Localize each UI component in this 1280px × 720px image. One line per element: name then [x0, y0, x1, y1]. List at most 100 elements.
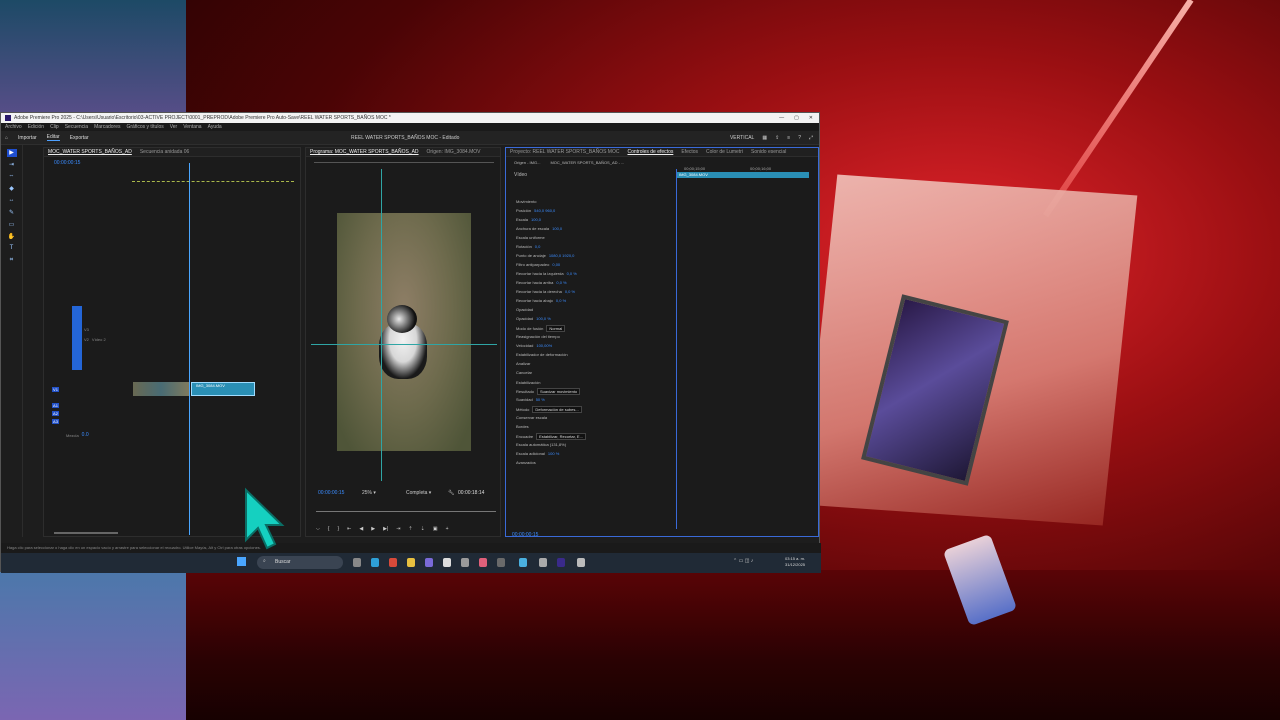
- effect-row-value[interactable]: 0,0 %: [556, 298, 566, 303]
- effect-row[interactable]: Filtro antiparpadeo 0,00: [516, 262, 560, 267]
- razor-icon[interactable]: ◆: [7, 185, 17, 193]
- menu-ver[interactable]: Ver: [170, 124, 178, 130]
- lift-icon[interactable]: ⇡: [408, 526, 412, 532]
- selection-tool-icon[interactable]: ▶: [6, 149, 17, 157]
- effect-row-value[interactable]: 100,0: [531, 217, 541, 222]
- effect-row[interactable]: Estabilización: [516, 380, 543, 385]
- effect-row-value[interactable]: 0,0: [535, 244, 541, 249]
- effect-row[interactable]: Posición 540,0 960,0: [516, 208, 555, 213]
- effect-row[interactable]: Cancelar: [516, 370, 535, 375]
- play-icon[interactable]: ▶: [371, 526, 375, 532]
- menu-ventana[interactable]: Ventana: [183, 124, 201, 130]
- add-button-icon[interactable]: +: [446, 526, 449, 532]
- effect-row[interactable]: Conservar escala: [516, 415, 550, 420]
- tab-sequence-nested[interactable]: Secuencia anidada 06: [140, 149, 190, 155]
- clip-thumbnails[interactable]: [133, 382, 189, 396]
- effect-row-value[interactable]: 0,00: [552, 262, 560, 267]
- go-to-in-icon[interactable]: ⇤: [347, 526, 351, 532]
- effect-row[interactable]: Bordes: [516, 424, 532, 429]
- slip-icon[interactable]: ↔: [7, 197, 17, 205]
- menu-marcadores[interactable]: Marcadores: [94, 124, 120, 130]
- effect-row[interactable]: Escala uniforme: [516, 235, 548, 240]
- effect-row[interactable]: Escala 100,0: [516, 217, 541, 222]
- mini-timeline-clip[interactable]: IMG_3084.MOV: [677, 172, 809, 178]
- effect-row[interactable]: Modo de fusión Normal: [516, 325, 566, 332]
- timeline-playhead[interactable]: [189, 163, 190, 535]
- mark-out-icon[interactable]: }: [337, 526, 339, 532]
- app-icon-2[interactable]: [443, 558, 451, 567]
- effect-row[interactable]: Anchura de escala 100,0: [516, 226, 562, 231]
- effect-row-value[interactable]: 1080,0 1920,0: [549, 253, 575, 258]
- program-video-frame[interactable]: [337, 213, 471, 451]
- ripple-edit-icon[interactable]: ⇔: [7, 173, 17, 181]
- program-timecode-in[interactable]: 00:00:00:15: [318, 490, 344, 496]
- explorer-icon[interactable]: [407, 558, 415, 567]
- effect-row-value[interactable]: Estabilizar, Recortar, E...: [536, 433, 586, 440]
- pen-icon[interactable]: ✎: [7, 209, 17, 217]
- rectangle-icon[interactable]: ▭: [7, 221, 17, 229]
- app-icon-5[interactable]: [497, 558, 505, 567]
- workspace-label[interactable]: VERTICAL: [730, 135, 754, 141]
- premiere-taskbar-icon[interactable]: [557, 558, 565, 567]
- effect-row-value[interactable]: 100,0 %: [536, 316, 551, 321]
- monitor-scrubber[interactable]: [316, 508, 496, 512]
- app-icon-3[interactable]: [461, 558, 469, 567]
- home-icon[interactable]: ⌂: [5, 135, 8, 141]
- effect-row[interactable]: Encuadre Estabilizar, Recortar, E...: [516, 433, 586, 440]
- menu-secuencia[interactable]: Secuencia: [65, 124, 88, 130]
- track-v1[interactable]: V1: [52, 386, 62, 392]
- mark-in-icon[interactable]: {: [328, 526, 330, 532]
- menu-edicion[interactable]: Edición: [28, 124, 44, 130]
- subtab-sequence[interactable]: MOC_WATER SPORTS_BAÑOS_AD - ...: [550, 160, 624, 165]
- tab-sequence-main[interactable]: MOC_WATER SPORTS_BAÑOS_AD: [48, 149, 132, 155]
- menu-ayuda[interactable]: Ayuda: [208, 124, 222, 130]
- help-icon[interactable]: ?: [798, 135, 801, 141]
- workspace-import[interactable]: Importar: [18, 135, 37, 141]
- effect-row[interactable]: Recortar hacia arriba 0,0 %: [516, 280, 567, 285]
- timeline-clip[interactable]: IMG_3084.MOV: [191, 382, 255, 396]
- effect-row[interactable]: Escala adicional 100 %: [516, 451, 559, 456]
- tab-essential-sound[interactable]: Sonido esencial: [751, 149, 786, 155]
- effect-row-value[interactable]: 50 %: [536, 397, 545, 402]
- go-to-out-icon[interactable]: ⇥: [396, 526, 400, 532]
- effect-row[interactable]: Rotación 0,0: [516, 244, 540, 249]
- tab-source[interactable]: Origen: IMG_3084.MOV: [427, 149, 481, 155]
- effect-row-value[interactable]: Suavizar movimiento: [537, 388, 581, 395]
- menu-clip[interactable]: Clip: [50, 124, 59, 130]
- effects-bottom-timecode[interactable]: 00:00:00:15: [512, 532, 538, 538]
- tab-effects[interactable]: Efectos: [681, 149, 698, 155]
- effect-row-value[interactable]: 540,0 960,0: [534, 208, 555, 213]
- wrench-icon[interactable]: 🔧︎: [448, 490, 454, 496]
- effect-row[interactable]: Avanzados: [516, 460, 539, 465]
- effect-row[interactable]: Analizar: [516, 361, 533, 366]
- minimize-icon[interactable]: —: [779, 115, 784, 121]
- effect-row-value[interactable]: 0,0 %: [567, 271, 577, 276]
- caption-icon[interactable]: ⌗: [7, 257, 17, 265]
- tab-lumetri[interactable]: Color de Lumetri: [706, 149, 743, 155]
- effect-row[interactable]: Recortar hacia la izquierda 0,0 %: [516, 271, 577, 276]
- taskbar-clock[interactable]: 03:15 a. m. 31/12/2025: [785, 556, 805, 568]
- effect-row[interactable]: Resultado Suavizar movimiento: [516, 388, 581, 395]
- subtab-source[interactable]: Origen - IMG...: [514, 160, 540, 165]
- edge-icon[interactable]: [371, 558, 379, 567]
- timeline-scrollbar[interactable]: [54, 532, 118, 534]
- task-view-icon[interactable]: [353, 558, 361, 567]
- timeline-ruler[interactable]: [132, 178, 294, 182]
- app-icon-4[interactable]: [479, 558, 487, 567]
- step-back-icon[interactable]: ◀: [359, 526, 363, 532]
- effect-row[interactable]: Velocidad 100,00%: [516, 343, 552, 348]
- hand-icon[interactable]: ✋: [7, 233, 17, 241]
- menu-archivo[interactable]: Archivo: [5, 124, 22, 130]
- extract-icon[interactable]: ⇣: [421, 526, 425, 532]
- effect-row-value[interactable]: Deformación de subes...: [532, 406, 582, 413]
- close-icon[interactable]: ✕: [809, 115, 813, 121]
- share-icon[interactable]: ⇪: [775, 135, 779, 141]
- fullscreen-icon[interactable]: ⤢: [809, 135, 813, 141]
- track-a2[interactable]: A2: [52, 410, 59, 416]
- app-icon-7[interactable]: [539, 558, 547, 567]
- effect-row[interactable]: Suavidad 50 %: [516, 397, 545, 402]
- marker-icon[interactable]: ⌵: [316, 526, 320, 532]
- app-icon-6[interactable]: [519, 558, 527, 567]
- effect-row[interactable]: Recortar hacia la derecha 0,0 %: [516, 289, 575, 294]
- windows-start-icon[interactable]: [237, 557, 246, 566]
